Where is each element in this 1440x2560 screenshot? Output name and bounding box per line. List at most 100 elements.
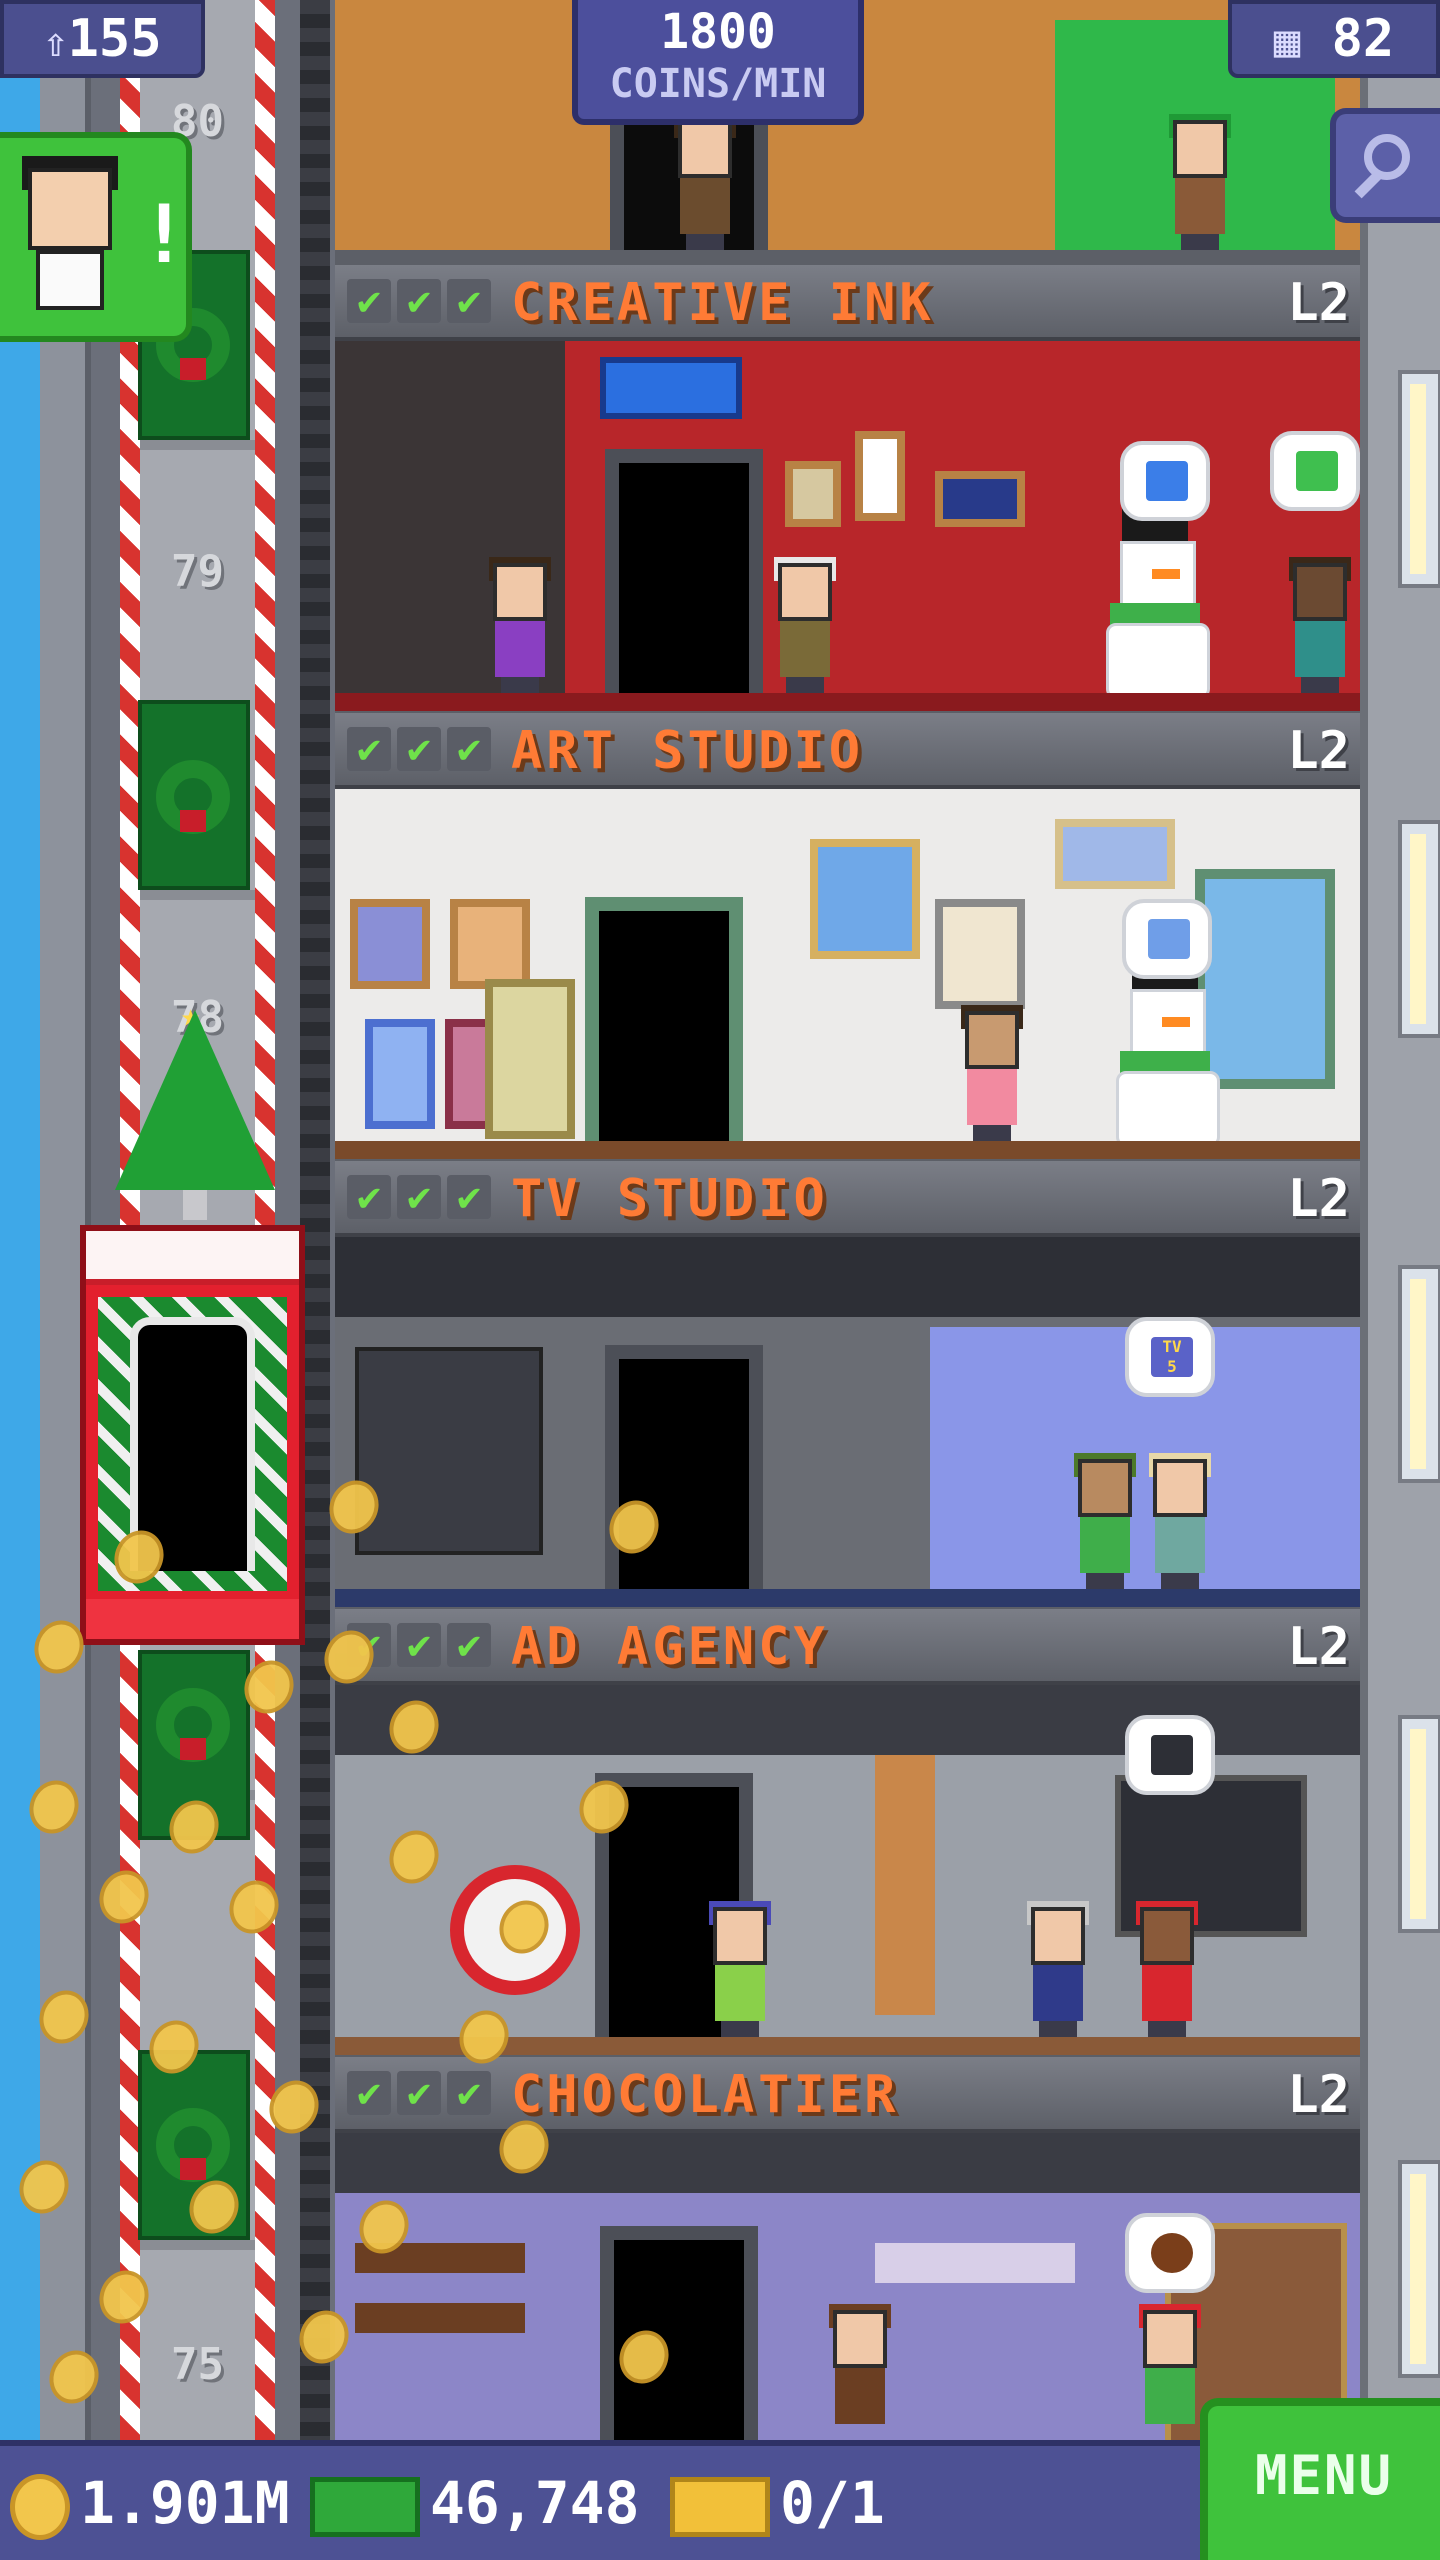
check-icon: ✔ <box>447 727 491 771</box>
resident[interactable] <box>670 114 740 250</box>
check-icon: ✔ <box>397 1175 441 1219</box>
check-icon: ✔ <box>397 279 441 323</box>
wreath-icon <box>148 1680 238 1770</box>
floor-title: CHOCOLATIER <box>511 2065 900 2125</box>
check-icon: ✔ <box>397 2071 441 2115</box>
resident[interactable] <box>1285 557 1355 693</box>
elevator-floor-number: 79 <box>171 546 224 597</box>
bux-bill-icon <box>310 2476 420 2537</box>
window <box>1398 820 1440 1038</box>
floor-count-value: 82 <box>1331 9 1395 69</box>
floor-tv-studio[interactable]: ✔ ✔ ✔ TV STUDIO L2 TV 5 <box>335 1161 1360 1611</box>
tower-outer-wall <box>1360 0 1440 2440</box>
check-icon: ✔ <box>447 2071 491 2115</box>
bux-balance[interactable]: 46,748 <box>310 2468 640 2538</box>
candy-cane-rail-right <box>255 0 275 2440</box>
floor-room[interactable] <box>335 1685 1360 2055</box>
floor-creative-ink[interactable]: ✔ ✔ ✔ CREATIVE INK L2 <box>335 265 1360 715</box>
search-button[interactable] <box>1330 108 1440 223</box>
floor-level: L2 <box>1287 1617 1350 1677</box>
building-icon: ▦ <box>1273 16 1301 67</box>
window <box>1398 370 1440 588</box>
resident[interactable] <box>1070 1453 1140 1589</box>
visitor-alert-button[interactable]: ! <box>0 132 192 342</box>
christmas-tree-icon: ★ <box>115 996 275 1220</box>
check-icon: ✔ <box>347 2071 391 2115</box>
floor-label-bar: ✔ ✔ ✔ CREATIVE INK L2 <box>335 265 1360 341</box>
resident[interactable] <box>485 557 555 693</box>
alert-exclamation-icon: ! <box>140 188 189 281</box>
floor-room[interactable] <box>335 341 1360 711</box>
coins-per-minute-unit: COINS/MIN <box>609 61 827 107</box>
golden-ticket-icon <box>670 2476 770 2537</box>
check-icon: ✔ <box>397 727 441 771</box>
check-icon: ✔ <box>447 1623 491 1667</box>
golden-ticket-balance[interactable]: 0/1 <box>670 2468 885 2538</box>
floor-title: AD AGENCY <box>511 1617 829 1677</box>
request-bubble[interactable] <box>1122 899 1212 979</box>
check-icon: ✔ <box>447 1175 491 1219</box>
resident[interactable] <box>1023 1901 1093 2037</box>
floor-label-bar: ✔ ✔ ✔ CHOCOLATIER L2 <box>335 2057 1360 2133</box>
coins-per-minute-panel[interactable]: 1800 COINS/MIN <box>572 0 864 125</box>
elevator-car[interactable] <box>80 1225 305 1645</box>
golden-ticket-value: 0/1 <box>780 2469 885 2537</box>
floor-room[interactable]: TV 5 <box>335 1237 1360 1607</box>
floor-counter[interactable]: ▦ 82 <box>1228 0 1440 78</box>
floor-label-bar: ✔ ✔ ✔ ART STUDIO L2 <box>335 713 1360 789</box>
floor-label-bar: ✔ ✔ ✔ AD AGENCY L2 <box>335 1609 1360 1685</box>
floor-chocolatier[interactable]: ✔ ✔ ✔ CHOCOLATIER L2 <box>335 2057 1360 2440</box>
window <box>1398 1265 1440 1483</box>
resident[interactable] <box>1165 114 1235 250</box>
sky-strip <box>0 0 40 2440</box>
request-bubble[interactable] <box>1270 431 1360 511</box>
request-bubble[interactable] <box>1125 2213 1215 2293</box>
floor-label-bar: ✔ ✔ ✔ TV STUDIO L2 <box>335 1161 1360 1237</box>
floor-level: L2 <box>1287 273 1350 333</box>
floor-stock-checks: ✔ ✔ ✔ <box>347 727 491 771</box>
floor-level: L2 <box>1287 721 1350 781</box>
resident[interactable] <box>957 1005 1027 1141</box>
floor-art-studio[interactable]: ✔ ✔ ✔ ART STUDIO L2 <box>335 713 1360 1163</box>
resident-santa[interactable] <box>1132 1901 1202 2037</box>
resident[interactable] <box>705 1901 775 2037</box>
floor-ad-agency[interactable]: ✔ ✔ ✔ AD AGENCY L2 <box>335 1609 1360 2059</box>
floor-room[interactable] <box>335 2133 1360 2440</box>
check-icon: ✔ <box>347 727 391 771</box>
floor-title: CREATIVE INK <box>511 273 935 333</box>
menu-button[interactable]: MENU <box>1200 2398 1440 2560</box>
window <box>1398 2160 1440 2378</box>
wreath-icon <box>148 2100 238 2190</box>
wreath-icon <box>148 752 238 842</box>
coin-balance-value: 1.901M <box>80 2469 290 2537</box>
snowman[interactable] <box>1100 493 1210 699</box>
resident[interactable] <box>770 557 840 693</box>
tower: ✔ ✔ ✔ CREATIVE INK L2 ✔ ✔ ✔ ART STUDIO L… <box>335 0 1360 2440</box>
request-bubble[interactable] <box>1120 441 1210 521</box>
shaft-pillar <box>40 0 91 2440</box>
elevator-shaft: 80 79 78 ★ 75 <box>0 0 335 2440</box>
coin-balance[interactable]: 1.901M <box>10 2468 290 2540</box>
population-value: 155 <box>67 9 162 69</box>
floor-stock-checks: ✔ ✔ ✔ <box>347 2071 491 2115</box>
elevator-cable <box>300 0 330 2440</box>
ink-sign <box>600 357 742 419</box>
population-counter[interactable]: ⇧155 <box>0 0 205 78</box>
resident-santa[interactable] <box>1135 2304 1205 2440</box>
person-up-icon: ⇧ <box>43 20 68 66</box>
coins-per-minute-value: 1800 <box>660 4 776 60</box>
elevator-floor-number: 75 <box>171 2339 224 2390</box>
window <box>1398 1715 1440 1933</box>
check-icon: ✔ <box>347 279 391 323</box>
floor-level: L2 <box>1287 1169 1350 1229</box>
resident[interactable] <box>1145 1453 1215 1589</box>
floor-room[interactable] <box>335 789 1360 1159</box>
request-bubble[interactable] <box>1125 1715 1215 1795</box>
floor-title: ART STUDIO <box>511 721 865 781</box>
check-icon: ✔ <box>397 1623 441 1667</box>
visitor-avatar <box>28 168 112 250</box>
bux-balance-value: 46,748 <box>430 2469 640 2537</box>
request-bubble[interactable]: TV 5 <box>1125 1317 1215 1397</box>
resident[interactable] <box>825 2304 895 2440</box>
floor-title: TV STUDIO <box>511 1169 829 1229</box>
